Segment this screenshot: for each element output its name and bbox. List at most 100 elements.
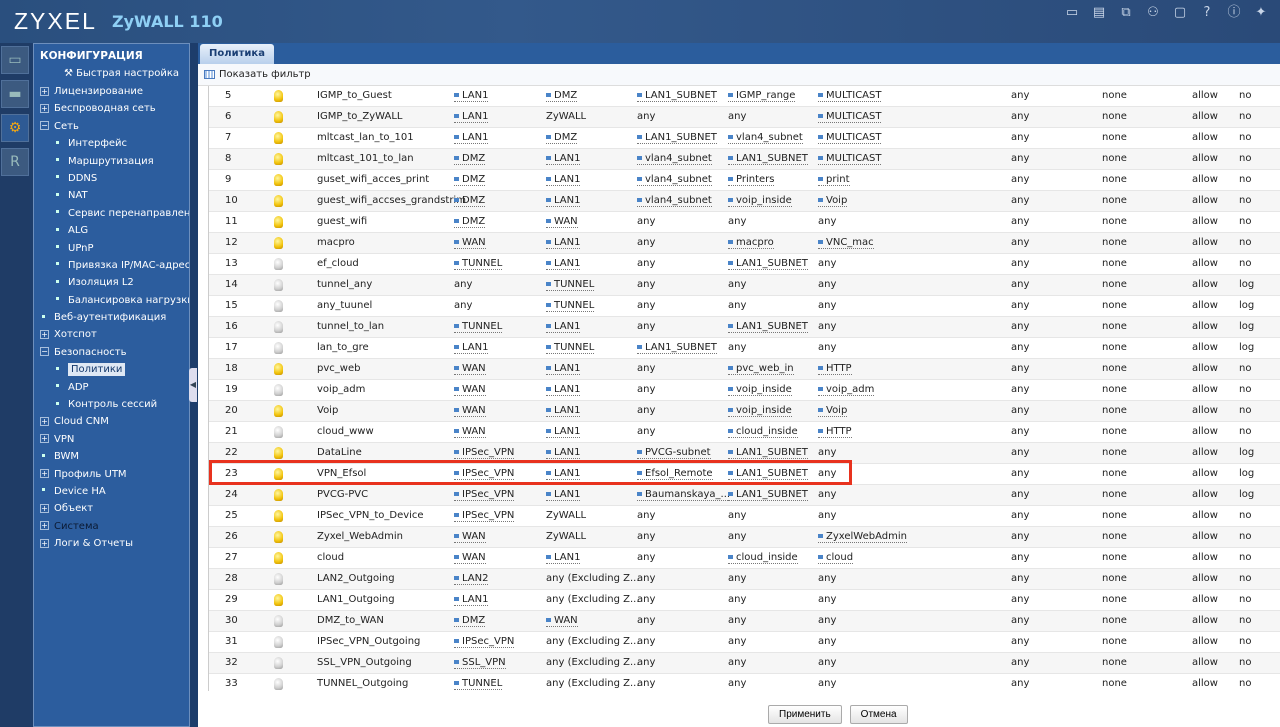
sidebar-item[interactable]: + VPN	[34, 431, 189, 448]
cell-src[interactable]: LAN1_SUBNET	[637, 132, 717, 144]
cell-to[interactable]: WAN	[546, 615, 578, 627]
cell-dst[interactable]: macpro	[728, 237, 774, 249]
table-row[interactable]: 32 SSL_VPN_Outgoing SSL_VPN any (Excluding …	[209, 653, 1280, 674]
cell-svc[interactable]: HTTP	[818, 426, 852, 438]
table-row[interactable]: 17 lan_to_gre LAN1 TUNNEL LAN1_SUBNET any any a…	[209, 338, 1280, 359]
cell-src[interactable]: Efsol_Remote	[637, 468, 713, 480]
table-row[interactable]: 18 pvc_web WAN LAN1 any pvc_web_in HTTP any none…	[209, 359, 1280, 380]
cell-from[interactable]: SSL_VPN	[454, 657, 506, 669]
cell-to[interactable]: LAN1	[546, 363, 581, 375]
bulb-off-icon[interactable]	[274, 636, 283, 648]
cell-dst[interactable]: LAN1_SUBNET	[728, 489, 808, 501]
cell-svc[interactable]: MULTICAST	[818, 132, 882, 144]
cell-from[interactable]: TUNNEL	[454, 678, 503, 690]
table-row[interactable]: 27 cloud WAN LAN1 any cloud_inside cloud any non…	[209, 548, 1280, 569]
cell-from[interactable]: WAN	[454, 363, 486, 375]
cell-from[interactable]: DMZ	[454, 174, 486, 186]
bulb-on-icon[interactable]	[274, 90, 283, 102]
cell-to[interactable]: LAN1	[546, 258, 581, 270]
sidebar-item[interactable]: Балансировка нагрузки с D	[34, 292, 189, 309]
cell-from[interactable]: IPSec_VPN	[454, 489, 515, 501]
wizard-icon[interactable]: ✦	[1252, 4, 1270, 22]
expand-icon[interactable]: +	[40, 469, 49, 479]
sidebar-item[interactable]: + Беспроводная сеть	[34, 100, 189, 117]
table-row[interactable]: 13 ef_cloud TUNNEL LAN1 any LAN1_SUBNET any any…	[209, 254, 1280, 275]
table-row[interactable]: 16 tunnel_to_lan TUNNEL LAN1 any LAN1_SUBNET a…	[209, 317, 1280, 338]
table-row[interactable]: 10 guest_wifi_accses_grandstrim DMZ LAN1 vla…	[209, 191, 1280, 212]
sidebar-item[interactable]: − Сеть	[34, 118, 189, 135]
cell-to[interactable]: LAN1	[546, 552, 581, 564]
table-row[interactable]: 24 PVCG-PVC IPSec_VPN LAN1 Baumanskaya_... LA…	[209, 485, 1280, 506]
cell-from[interactable]: LAN2	[454, 573, 489, 585]
cell-svc[interactable]: Voip	[818, 195, 848, 207]
bulb-on-icon[interactable]	[274, 489, 283, 501]
cell-from[interactable]: IPSec_VPN	[454, 468, 515, 480]
apply-button[interactable]: Применить	[768, 705, 842, 724]
expand-icon[interactable]: +	[40, 434, 49, 444]
sidebar-item[interactable]: + Объект	[34, 500, 189, 517]
table-row[interactable]: 21 cloud_www WAN LAN1 any cloud_inside HTTP any…	[209, 422, 1280, 443]
cell-dst[interactable]: LAN1_SUBNET	[728, 153, 808, 165]
expand-icon[interactable]: +	[40, 503, 49, 513]
cell-from[interactable]: DMZ	[454, 615, 486, 627]
cell-from[interactable]: LAN1	[454, 594, 489, 606]
table-row[interactable]: 7 mltcast_lan_to_101 LAN1 DMZ LAN1_SUBNET vla…	[209, 128, 1280, 149]
bulb-on-icon[interactable]	[274, 174, 283, 186]
cell-dst[interactable]: LAN1_SUBNET	[728, 258, 808, 270]
bulb-off-icon[interactable]	[274, 321, 283, 333]
cell-to[interactable]: LAN1	[546, 447, 581, 459]
cell-from[interactable]: WAN	[454, 405, 486, 417]
cell-src[interactable]: Baumanskaya_...	[637, 489, 731, 501]
tab-policy[interactable]: Политика	[200, 44, 274, 64]
cell-to[interactable]: LAN1	[546, 321, 581, 333]
cell-dst[interactable]: voip_inside	[728, 384, 792, 396]
cell-dst[interactable]: LAN1_SUBNET	[728, 447, 808, 459]
bulb-on-icon[interactable]	[274, 468, 283, 480]
table-row[interactable]: 26 Zyxel_WebAdmin WAN ZyWALL any any ZyxelWebA…	[209, 527, 1280, 548]
sidebar-item[interactable]: Изоляция L2	[34, 274, 189, 291]
bulb-on-icon[interactable]	[274, 510, 283, 522]
table-row[interactable]: 19 voip_adm WAN LAN1 any voip_inside voip_adm a…	[209, 380, 1280, 401]
table-row[interactable]: 20 Voip WAN LAN1 any voip_inside Voip any none al…	[209, 401, 1280, 422]
sidebar-item[interactable]: Маршрутизация	[34, 153, 189, 170]
bulb-on-icon[interactable]	[274, 153, 283, 165]
bulb-off-icon[interactable]	[274, 573, 283, 585]
bulb-off-icon[interactable]	[274, 258, 283, 270]
table-row[interactable]: 22 DataLine IPSec_VPN LAN1 PVCG-subnet LAN1_S…	[209, 443, 1280, 464]
bulb-on-icon[interactable]	[274, 552, 283, 564]
expand-icon[interactable]: +	[40, 538, 49, 548]
bulb-off-icon[interactable]	[274, 279, 283, 291]
sidebar-item[interactable]: UPnP	[34, 240, 189, 257]
table-row[interactable]: 8 mltcast_101_to_lan DMZ LAN1 vlan4_subnet LA…	[209, 149, 1280, 170]
cell-from[interactable]: IPSec_VPN	[454, 447, 515, 459]
cell-from[interactable]: DMZ	[454, 216, 486, 228]
cell-to[interactable]: DMZ	[546, 90, 578, 102]
cell-from[interactable]: TUNNEL	[454, 321, 503, 333]
bulb-on-icon[interactable]	[274, 195, 283, 207]
cell-dst[interactable]: Printers	[728, 174, 775, 186]
cell-from[interactable]: DMZ	[454, 153, 486, 165]
sidebar-item[interactable]: + Профиль UTM	[34, 466, 189, 483]
bulb-on-icon[interactable]	[274, 447, 283, 459]
expand-icon[interactable]: +	[40, 416, 49, 426]
sidebar-item[interactable]: Сервис перенаправления	[34, 205, 189, 222]
info-icon[interactable]: ⓘ	[1225, 4, 1243, 22]
cell-dst[interactable]: vlan4_subnet	[728, 132, 803, 144]
cell-from[interactable]: IPSec_VPN	[454, 636, 515, 648]
bulb-off-icon[interactable]	[274, 300, 283, 312]
bulb-off-icon[interactable]	[274, 384, 283, 396]
table-row[interactable]: 33 TUNNEL_Outgoing TUNNEL any (Excluding Z.…	[209, 674, 1280, 691]
cell-dst[interactable]: voip_inside	[728, 405, 792, 417]
sidebar-item[interactable]: Контроль сессий	[34, 396, 189, 413]
sidebar-item[interactable]: + Логи & Отчеты	[34, 535, 189, 552]
table-row[interactable]: 5 IGMP_to_Guest LAN1 DMZ LAN1_SUBNET IGMP_ran…	[209, 86, 1280, 107]
cell-to[interactable]: LAN1	[546, 489, 581, 501]
cell-to[interactable]: LAN1	[546, 426, 581, 438]
cell-to[interactable]: LAN1	[546, 384, 581, 396]
console-icon[interactable]: ▭	[1063, 4, 1081, 22]
bulb-on-icon[interactable]	[274, 216, 283, 228]
bulb-on-icon[interactable]	[274, 363, 283, 375]
table-row[interactable]: 14 tunnel_any any TUNNEL any any any any none all…	[209, 275, 1280, 296]
table-row[interactable]: 29 LAN1_Outgoing LAN1 any (Excluding Z... an…	[209, 590, 1280, 611]
collapse-icon[interactable]: −	[40, 347, 49, 357]
